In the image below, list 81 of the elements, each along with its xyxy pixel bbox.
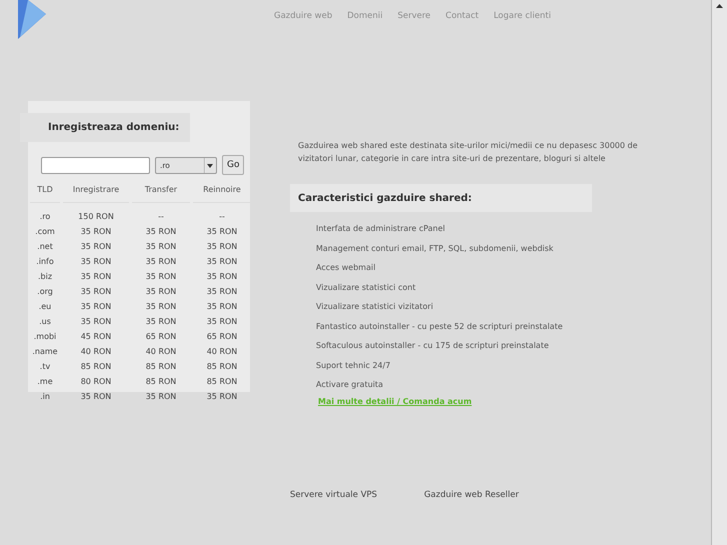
table-cell-text: .me [36,376,54,388]
table-cell-text: 35 RON [80,226,112,238]
domain-input[interactable] [41,156,150,174]
column-header: TLD [30,185,60,203]
logo-icon [18,0,46,39]
features-heading: Caracteristici gazduire shared: [290,184,592,212]
table-cell-text: 35 RON [80,301,112,313]
feature-item: Activare gratuita [316,379,384,390]
column-header: Inregistrare [63,185,129,203]
table-cell-text: 35 RON [144,391,178,403]
table-cell-text: 40 RON [206,346,238,358]
table-cell-text: 35 RON [144,301,178,313]
go-button[interactable]: Go [222,155,244,175]
table-cell-text: 35 RON [206,256,238,268]
table-cell-text: 65 RON [144,331,178,343]
intro-text: Gazduirea web shared este destinata site-urilor mici/medii ce nu depasesc 30000 de vizitatori lunar, categorie in care intra site-uri de prezentare, bloguri si altele [298,140,638,165]
table-cell-text: .eu [38,301,52,313]
table-cell-text: .com [34,226,56,238]
table-cell-text: .net [36,241,54,253]
table-cell-text: 80 RON [80,376,112,388]
feature-item: Interfata de administrare cPanel [316,223,446,234]
table-cell-text: 35 RON [80,271,112,283]
table-cell-text: 35 RON [144,226,178,238]
table-cell-text: 35 RON [144,316,178,328]
feature-item: Suport tehnic 24/7 [316,360,392,371]
table-cell-text: 40 RON [80,346,112,358]
table-cell-text: 85 RON [144,361,178,373]
table-cell-text: .ro [38,211,52,223]
column-header: Transfer [132,185,190,203]
table-cell-text: .tv [38,361,52,373]
caret-icon [204,158,216,172]
table-cell-text: 40 RON [144,346,178,358]
table-cell-text: .org [36,286,54,298]
table-cell-text: 150 RON [77,211,115,223]
table-cell-text: 85 RON [144,376,178,388]
feature-item: Softaculous autoinstaller - cu 175 de scripturi preinstalate [316,340,550,352]
nav-link[interactable]: Contact [446,11,479,21]
table-cell-text: 35 RON [144,286,178,298]
table-cell-text: 35 RON [206,241,238,253]
column-header: Reinnoire [193,185,251,203]
table-cell-text: .biz [36,271,54,283]
table-cell-text: 35 RON [144,256,178,268]
table-cell-text: 65 RON [206,331,238,343]
table-cell-text: .name [31,346,59,358]
footer-link[interactable]: Servere virtuale VPS [290,490,378,500]
panel-heading: Inregistreaza domeniu: [20,113,190,142]
table-cell-text: 85 RON [206,361,238,373]
feature-item: Management conturi email, FTP, SQL, subdomenii, webdisk [316,242,554,254]
table-cell-text: 35 RON [206,391,238,403]
feature-item: Fantastico autoinstaller - cu peste 52 de scripturi preinstalate [316,320,564,332]
nav-link[interactable]: Logare clienti [494,11,551,21]
details-link[interactable]: Mai multe detalii / Comanda acum [318,396,710,406]
table-cell-text: 35 RON [80,256,112,268]
table-cell-text: 85 RON [206,376,238,388]
feature-item: Vizualizare statistici cont [316,282,417,293]
scrollbar[interactable] [711,0,727,545]
table-cell-text: 35 RON [80,391,112,403]
table-cell-text: 85 RON [80,361,112,373]
nav-link[interactable]: Servere [398,11,431,21]
table-cell-text: .us [38,316,52,328]
feature-item: Vizualizare statistici vizitatori [316,301,434,312]
nav-link[interactable]: Gazduire web [274,11,332,21]
table-cell-text: 35 RON [80,241,112,253]
feature-item: Acces webmail [316,262,376,274]
table-cell-text: 35 RON [80,316,112,328]
table-cell-text: 35 RON [80,286,112,298]
table-cell-text: .info [35,256,55,268]
nav-link[interactable]: Domenii [347,11,383,21]
table-cell-text: 35 RON [206,271,238,283]
table-cell-text: 35 RON [144,271,178,283]
table-cell-text: 35 RON [206,301,238,313]
table-cell-text: 35 RON [206,316,238,328]
table-cell-text: 35 RON [206,226,238,238]
table-cell-text: 35 RON [144,241,178,253]
table-cell-text: 35 RON [206,286,238,298]
footer-link[interactable]: Gazduire web Reseller [424,490,519,500]
table-cell-text: -- [157,211,165,223]
table-cell-text: .in [39,391,51,403]
table-cell-text: 45 RON [80,331,112,343]
table-cell-text: .mobi [32,331,58,343]
table-cell-text: -- [218,211,226,223]
